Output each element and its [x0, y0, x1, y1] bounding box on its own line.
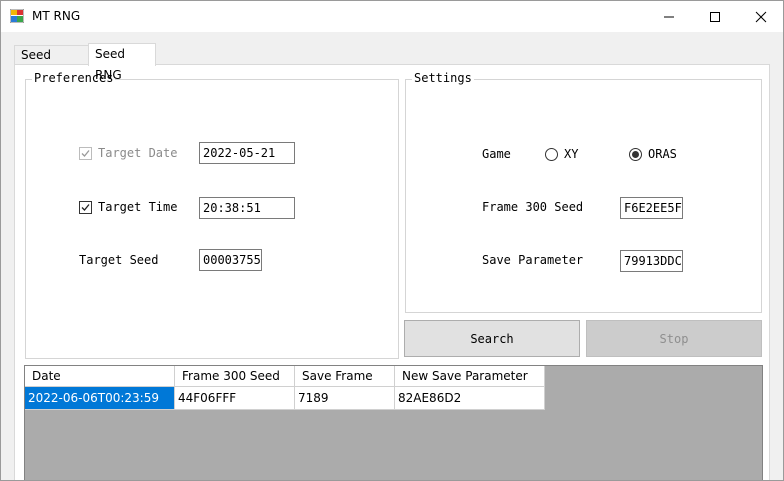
table-cell-new-save-parameter[interactable]: 82AE86D2: [395, 387, 545, 410]
frame300-seed-label: Frame 300 Seed: [482, 200, 584, 214]
table-cell-save-frame[interactable]: 7189: [295, 387, 395, 410]
column-header-save-frame[interactable]: Save Frame: [295, 366, 395, 387]
save-parameter-field[interactable]: 79913DDC: [620, 250, 683, 272]
settings-group: Settings Game XY ORAS Frame 300 Seed F6E…: [405, 71, 762, 313]
results-grid[interactable]: Date Frame 300 Seed Save Frame New Save …: [24, 365, 763, 480]
tab-seed-rng[interactable]: Seed RNG: [88, 43, 156, 82]
minimize-icon: [664, 16, 674, 17]
target-time-checkbox[interactable]: [79, 201, 92, 214]
frame300-seed-field[interactable]: F6E2EE5F: [620, 197, 683, 219]
radio-selected-dot: [632, 151, 639, 158]
tab-seed-search[interactable]: Seed Search: [14, 45, 89, 81]
table-cell-date[interactable]: 2022-06-06T00:23:59: [25, 387, 175, 410]
preferences-group: Preferences Target Date 2022-05-21 Targe…: [25, 71, 399, 359]
target-date-label: Target Date: [98, 146, 178, 160]
check-icon: [81, 204, 90, 211]
title-bar: MT RNG: [1, 1, 783, 32]
check-icon: [81, 150, 90, 157]
search-button[interactable]: Search: [404, 320, 580, 357]
target-date-field[interactable]: 2022-05-21: [199, 142, 295, 164]
target-date-checkbox[interactable]: [79, 147, 92, 160]
column-header-new-save-parameter[interactable]: New Save Parameter: [395, 366, 545, 387]
maximize-icon: [710, 11, 720, 22]
stop-button[interactable]: Stop: [586, 320, 762, 357]
target-time-label: Target Time: [98, 200, 178, 214]
column-header-frame300-seed[interactable]: Frame 300 Seed: [175, 366, 295, 387]
column-header-date[interactable]: Date: [25, 366, 175, 387]
game-label: Game: [482, 147, 511, 161]
target-time-field[interactable]: 20:38:51: [199, 197, 295, 219]
window-title: MT RNG: [32, 9, 81, 23]
maximize-button[interactable]: [692, 1, 738, 32]
target-seed-label: Target Seed: [79, 253, 159, 267]
game-xy-radio[interactable]: [545, 148, 558, 161]
close-button[interactable]: [738, 1, 783, 32]
table-cell-frame300-seed[interactable]: 44F06FFF: [175, 387, 295, 410]
target-seed-field[interactable]: 00003755: [199, 249, 262, 271]
minimize-button[interactable]: [646, 1, 692, 32]
game-oras-radio[interactable]: [629, 148, 642, 161]
settings-title: Settings: [412, 71, 474, 85]
game-oras-label[interactable]: ORAS: [648, 147, 677, 161]
app-icon: [10, 9, 24, 23]
game-xy-label[interactable]: XY: [564, 147, 578, 161]
save-parameter-label: Save Parameter: [482, 253, 584, 267]
app-window: MT RNG Seed Search Seed RNG Preferences …: [0, 0, 784, 481]
close-icon: [755, 11, 767, 22]
